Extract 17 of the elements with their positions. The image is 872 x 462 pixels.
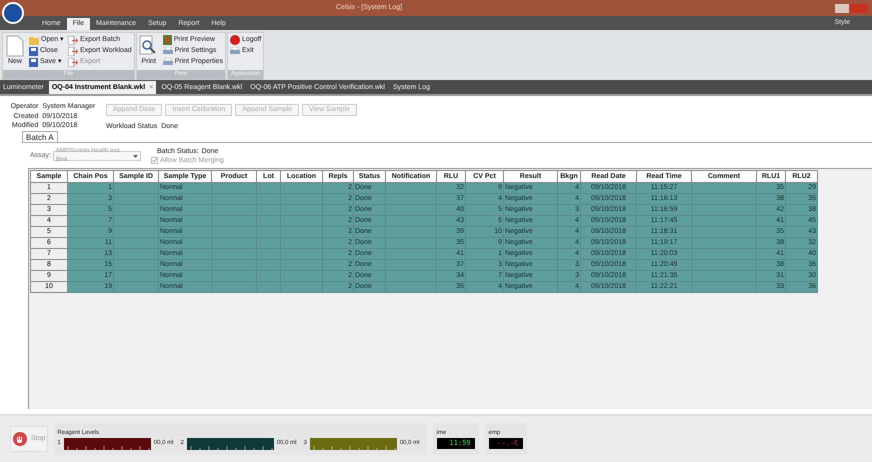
app-logo[interactable]: [2, 2, 24, 24]
table-cell: [692, 282, 756, 292]
printer-icon: [162, 58, 173, 66]
export-icon: [68, 58, 78, 66]
hand-icon: [13, 432, 27, 446]
export-icon: [68, 46, 78, 56]
printer-icon: [162, 46, 173, 56]
printer-icon: [230, 46, 240, 56]
book-icon: [162, 35, 172, 45]
export-icon: [68, 36, 78, 44]
document-icon: [6, 35, 24, 57]
batch-tab[interactable]: Batch A: [22, 131, 58, 142]
power-icon: [230, 35, 240, 45]
folder-icon: [29, 36, 39, 44]
caret-icon: [133, 154, 138, 158]
minimize-button[interactable]: [835, 4, 849, 12]
table-cell: [692, 182, 756, 194]
